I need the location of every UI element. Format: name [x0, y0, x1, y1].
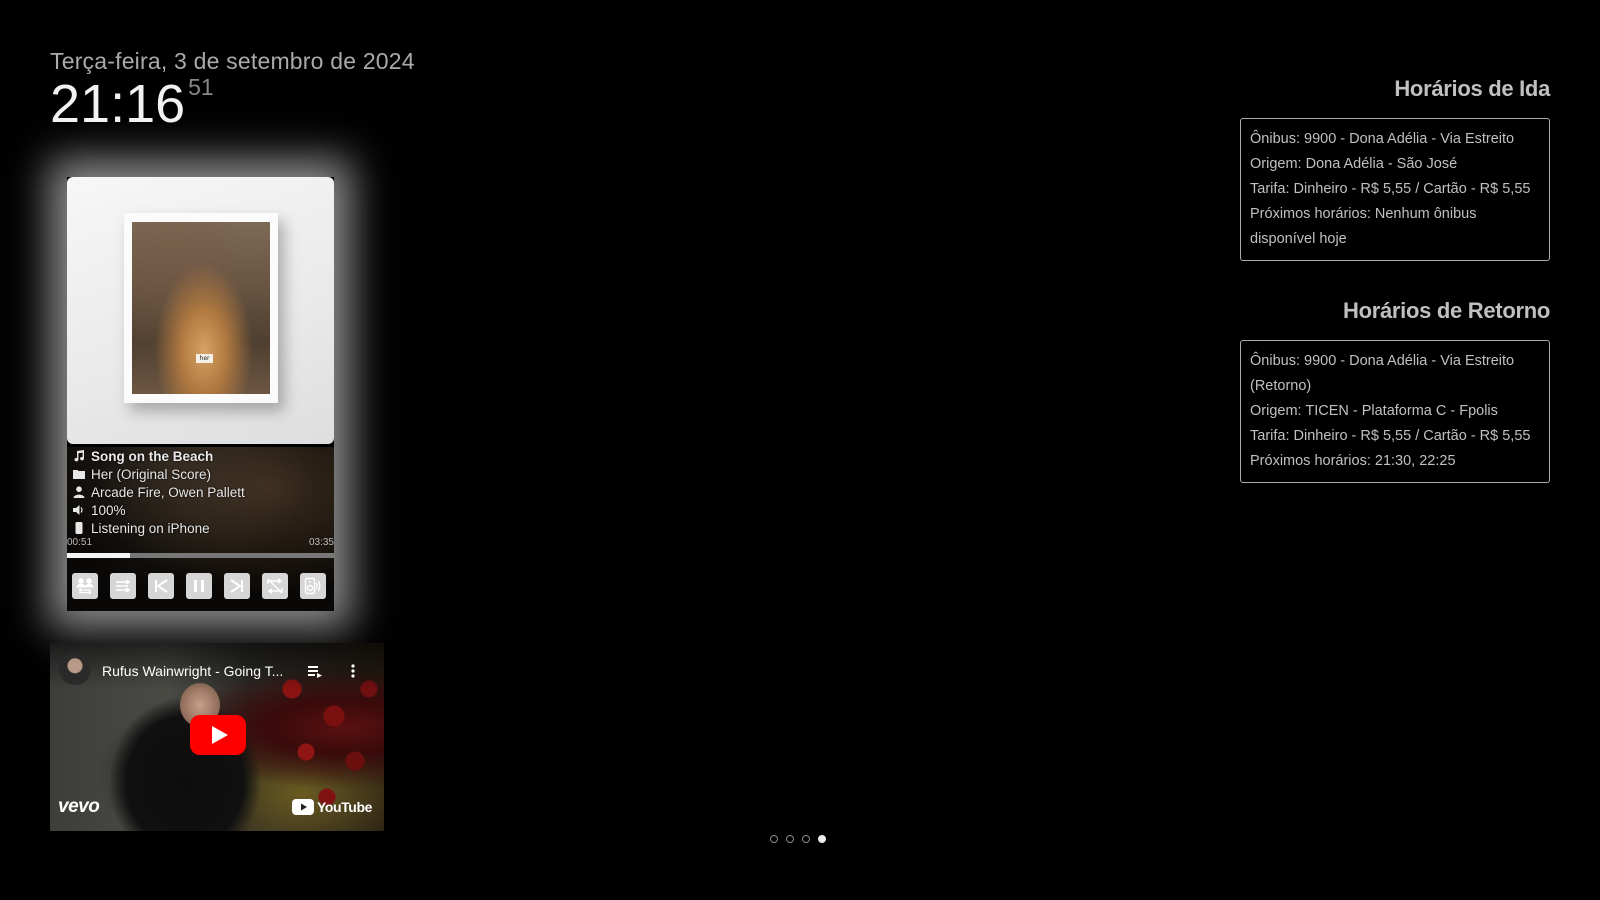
pause-button[interactable]	[186, 573, 212, 599]
album-name: Her (Original Score)	[91, 466, 212, 482]
more-options-icon[interactable]	[344, 662, 362, 680]
progress-times: 00:51 03:35	[67, 537, 334, 550]
bus-retorno-origin: Origem: TICEN - Plataforma C - Fpolis	[1250, 403, 1498, 419]
playback-progress: 00:51 03:35	[67, 537, 334, 558]
page-dot[interactable]	[818, 835, 826, 843]
page-dot[interactable]	[786, 835, 794, 843]
repeat-button[interactable]	[262, 573, 288, 599]
elapsed-time: 00:51	[67, 537, 93, 548]
clock-hours-minutes: 21:16	[50, 74, 186, 134]
page-indicator	[770, 835, 826, 843]
phone-icon	[67, 522, 91, 534]
youtube-logo-icon	[291, 799, 314, 815]
bus-retorno-heading: Horários de Retorno	[1343, 298, 1550, 323]
playlist-icon[interactable]	[306, 662, 324, 680]
track-row: Song on the Beach	[67, 447, 334, 465]
page-dot[interactable]	[802, 835, 810, 843]
clock-date: Terça-feira, 3 de setembro de 2024	[50, 48, 415, 74]
volume-icon	[67, 504, 91, 516]
youtube-logo-text: YouTube	[316, 799, 372, 815]
user-icon	[67, 486, 91, 498]
spotify-player: her Song on the Beach Her (Original Scor…	[67, 177, 334, 611]
device-row: Listening on iPhone	[67, 519, 334, 537]
bus-retorno-line: Ônibus: 9900 - Dona Adélia - Via Estreit…	[1250, 353, 1515, 394]
player-controls	[72, 573, 326, 599]
cover-frame: her	[124, 213, 278, 403]
clock-widget: Terça-feira, 3 de setembro de 2024 21:16…	[50, 48, 415, 131]
devices-button[interactable]	[72, 573, 98, 599]
cover-photo: her	[132, 222, 270, 394]
devices-icon	[76, 578, 94, 595]
pause-icon	[194, 580, 204, 592]
artist-name: Arcade Fire, Owen Pallett	[91, 484, 245, 500]
video-title[interactable]: Rufus Wainwright - Going T...	[102, 663, 283, 679]
bus-ida-section: Horários de Ida Ônibus: 9900 - Dona Adél…	[1240, 76, 1550, 261]
bus-ida-heading: Horários de Ida	[1394, 76, 1550, 101]
next-icon	[230, 579, 243, 593]
bus-ida-line: Ônibus: 9900 - Dona Adélia - Via Estreit…	[1250, 131, 1515, 147]
repeat-off-icon	[267, 578, 283, 594]
artist-row: Arcade Fire, Owen Pallett	[67, 483, 334, 501]
previous-button[interactable]	[148, 573, 174, 599]
clock-time: 21:16 51	[50, 74, 415, 134]
total-time: 03:35	[308, 537, 334, 548]
speaker-icon	[304, 577, 321, 595]
track-info: Song on the Beach Her (Original Score) A…	[67, 447, 334, 537]
progress-fill	[67, 553, 131, 558]
volume-level: 100%	[91, 502, 126, 518]
clock-seconds: 51	[188, 74, 214, 100]
shuffle-button[interactable]	[110, 573, 136, 599]
bus-retorno-fare: Tarifa: Dinheiro - R$ 5,55 / Cartão - R$…	[1250, 428, 1531, 444]
folder-icon	[67, 468, 91, 480]
bus-ida-origin: Origem: Dona Adélia - São José	[1250, 156, 1458, 172]
speaker-button[interactable]	[300, 573, 326, 599]
bus-retorno-card: Ônibus: 9900 - Dona Adélia - Via Estreit…	[1240, 340, 1550, 483]
album-row: Her (Original Score)	[67, 465, 334, 483]
youtube-embed[interactable]: Rufus Wainwright - Going T... vevo YouTu…	[50, 643, 384, 831]
music-note-icon	[67, 450, 91, 462]
youtube-logo[interactable]: YouTube	[291, 799, 372, 815]
bus-ida-fare: Tarifa: Dinheiro - R$ 5,55 / Cartão - R$…	[1250, 181, 1531, 197]
next-button[interactable]	[224, 573, 250, 599]
cover-tag: her	[196, 354, 213, 363]
device-name: Listening on iPhone	[91, 520, 210, 536]
album-cover: her	[67, 177, 334, 444]
shuffle-icon	[116, 579, 131, 593]
vevo-logo: vevo	[58, 796, 100, 817]
play-button[interactable]	[190, 715, 246, 755]
bus-retorno-next: Próximos horários: 21:30, 22:25	[1250, 453, 1456, 469]
bus-ida-card: Ônibus: 9900 - Dona Adélia - Via Estreit…	[1240, 118, 1550, 261]
track-title: Song on the Beach	[91, 448, 214, 464]
channel-avatar[interactable]	[59, 653, 91, 685]
previous-icon	[155, 579, 168, 593]
youtube-play-icon	[190, 715, 246, 755]
bus-retorno-section: Horários de Retorno Ônibus: 9900 - Dona …	[1240, 298, 1550, 483]
bus-ida-next: Próximos horários: Nenhum ônibus disponí…	[1250, 206, 1477, 247]
volume-row: 100%	[67, 501, 334, 519]
progress-bar[interactable]	[67, 553, 334, 558]
page-dot[interactable]	[770, 835, 778, 843]
